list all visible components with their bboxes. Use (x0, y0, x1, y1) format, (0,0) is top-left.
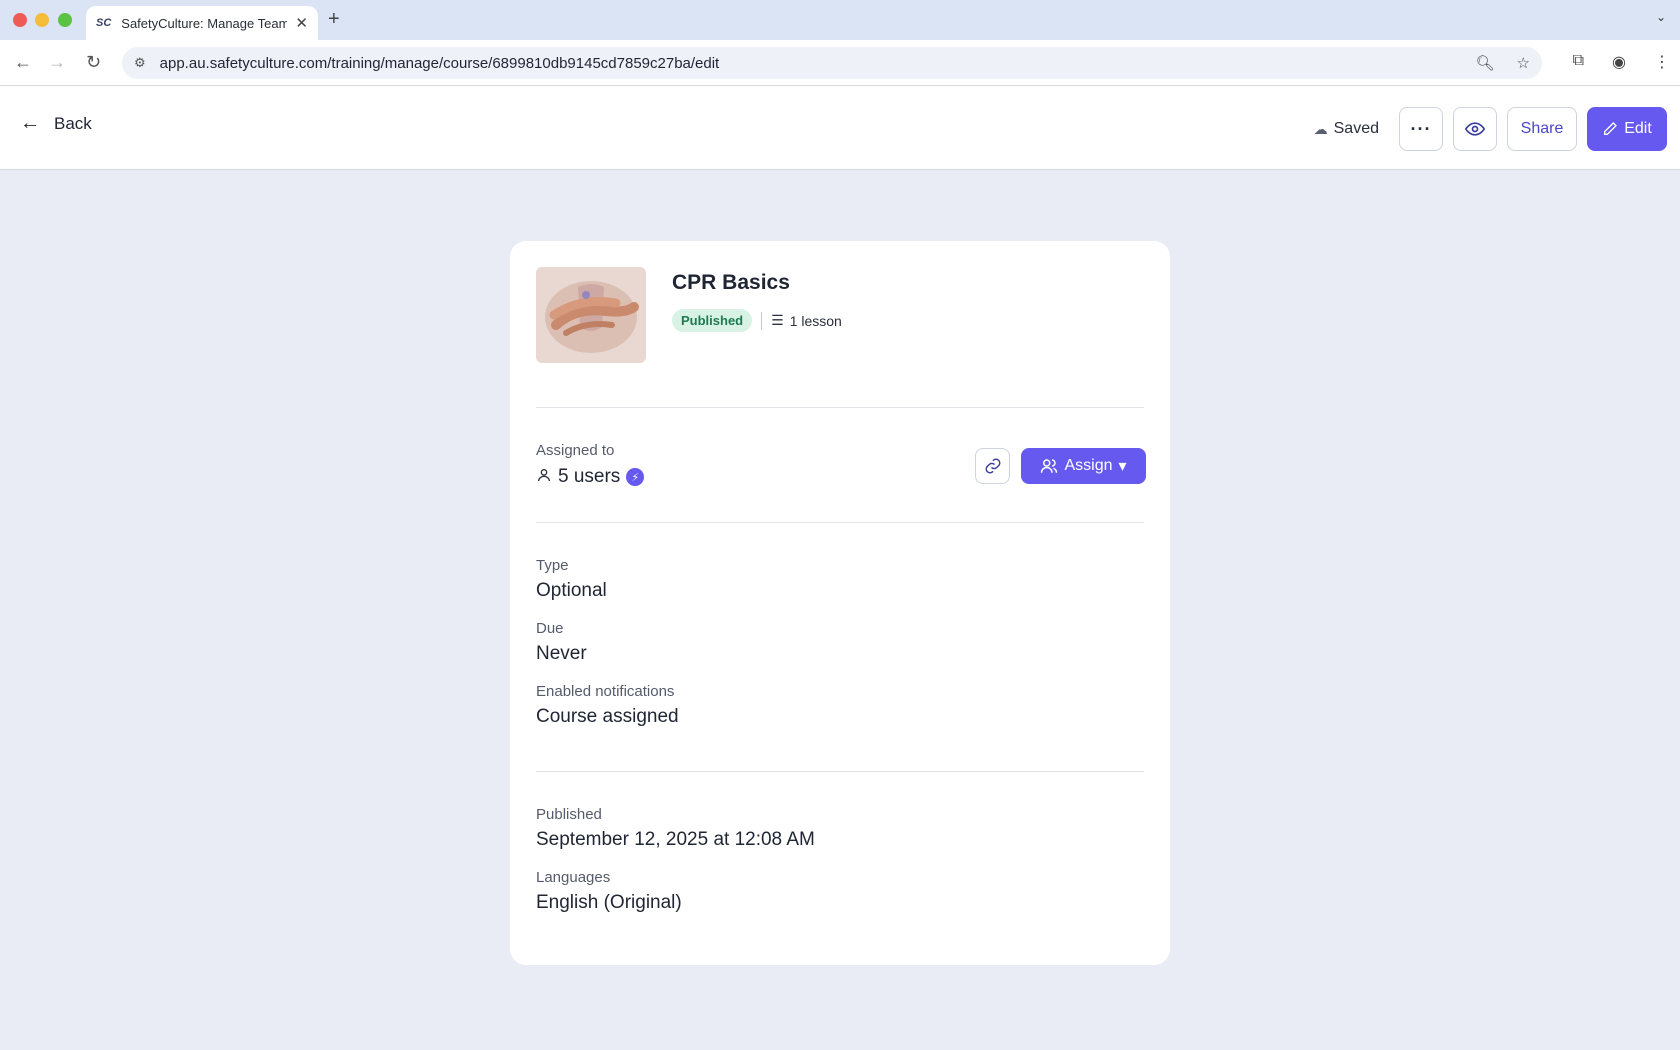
lesson-count: ☰ 1 lesson (771, 312, 842, 329)
cloud-check-icon: ☁ (1313, 120, 1328, 137)
eye-icon (1465, 122, 1485, 136)
languages-field: Languages English (Original) (536, 869, 1144, 914)
extensions-icon[interactable]: ⧉ (1573, 52, 1584, 72)
safetyculture-favicon-icon: SC (96, 17, 112, 29)
course-summary: CPR Basics Published ☰ 1 lesson (536, 267, 1144, 407)
notifications-label: Enabled notifications (536, 683, 675, 700)
tab-title: SafetyCulture: Manage Teams (121, 15, 288, 31)
arrow-left-icon: ← (20, 112, 40, 134)
share-button[interactable]: Share (1507, 107, 1577, 151)
back-button[interactable]: ← Back (20, 112, 92, 135)
site-settings-icon[interactable]: ⚙ (134, 55, 146, 71)
zoom-icon[interactable]: 🔍︎ (1476, 54, 1495, 72)
languages-value: English (Original) (536, 892, 682, 913)
languages-label: Languages (536, 869, 611, 886)
pencil-icon (1604, 122, 1618, 135)
lesson-count-label: 1 lesson (789, 312, 842, 329)
assign-label: Assign (1064, 457, 1113, 474)
bookmark-star-icon[interactable]: ☆ (1517, 54, 1530, 72)
close-window-button[interactable] (13, 13, 27, 27)
minimize-window-button[interactable] (35, 13, 49, 27)
meta-divider (761, 311, 763, 330)
browser-tabbar: SC SafetyCulture: Manage Teams ✕ + ⌄ (0, 0, 1680, 40)
link-icon (985, 458, 1000, 474)
more-options-button[interactable]: ··· (1399, 107, 1443, 151)
due-value: Never (536, 643, 587, 664)
notifications-value: Course assigned (536, 706, 679, 727)
users-icon (1041, 459, 1058, 473)
edit-label: Edit (1624, 120, 1652, 137)
saved-label: Saved (1333, 120, 1379, 137)
caret-down-icon: ▾ (1118, 458, 1127, 475)
profile-icon[interactable]: ◉ (1612, 52, 1626, 72)
preview-button[interactable] (1453, 107, 1497, 151)
saved-status: ☁ Saved (1314, 120, 1379, 138)
course-thumbnail (536, 267, 646, 363)
assign-button[interactable]: Assign ▾ (1021, 448, 1146, 484)
assigned-to-label: Assigned to (536, 442, 615, 459)
published-field: Published September 12, 2025 at 12:08 AM (536, 806, 1144, 851)
assigned-users[interactable]: 5 users ⚡ (536, 466, 645, 488)
address-bar[interactable]: ⚙ app.au.safetyculture.com/training/mana… (122, 47, 1542, 79)
course-editor-header: ← Back ☁ Saved ··· Share Edit (0, 86, 1680, 170)
browser-reload-icon[interactable]: ↻ (86, 52, 101, 73)
maximize-window-button[interactable] (58, 13, 72, 27)
browser-toolbar: ← → ↻ ⚙ app.au.safetyculture.com/trainin… (0, 40, 1680, 86)
assignment-section: Assigned to 5 users ⚡ Assign ▾ (536, 408, 1146, 522)
new-tab-icon[interactable]: + (328, 8, 340, 31)
list-icon: ☰ (771, 312, 784, 328)
edit-button[interactable]: Edit (1587, 107, 1667, 151)
due-label: Due (536, 620, 564, 637)
automation-badge-icon: ⚡ (626, 468, 645, 486)
url-text: app.au.safetyculture.com/training/manage… (159, 54, 720, 72)
published-value: September 12, 2025 at 12:08 AM (536, 829, 815, 850)
type-value: Optional (536, 580, 607, 601)
course-settings-section: Type Optional Due Never Enabled notifica… (536, 523, 1144, 771)
tab-close-icon[interactable]: ✕ (295, 14, 308, 32)
due-field: Due Never (536, 620, 1144, 665)
browser-tab-active[interactable]: SC SafetyCulture: Manage Teams ✕ (86, 6, 318, 40)
browser-forward-icon[interactable]: → (48, 52, 66, 73)
copy-link-button[interactable] (975, 448, 1010, 484)
published-label: Published (536, 806, 602, 823)
tab-search-chevron-icon[interactable]: ⌄ (1656, 10, 1666, 24)
browser-back-icon[interactable]: ← (14, 52, 32, 73)
course-details-card: CPR Basics Published ☰ 1 lesson Assigned… (510, 241, 1170, 965)
course-title: CPR Basics (672, 271, 790, 294)
type-field: Type Optional (536, 557, 1144, 602)
browser-menu-icon[interactable]: ⋮ (1654, 52, 1670, 72)
course-info-section: Published September 12, 2025 at 12:08 AM… (536, 772, 1144, 914)
assigned-users-count: 5 users (558, 466, 621, 487)
type-label: Type (536, 557, 569, 574)
ellipsis-icon: ··· (1410, 118, 1432, 139)
back-label: Back (54, 113, 92, 133)
notifications-field: Enabled notifications Course assigned (536, 683, 1144, 728)
user-icon (536, 467, 552, 488)
status-badge: Published (672, 309, 753, 332)
